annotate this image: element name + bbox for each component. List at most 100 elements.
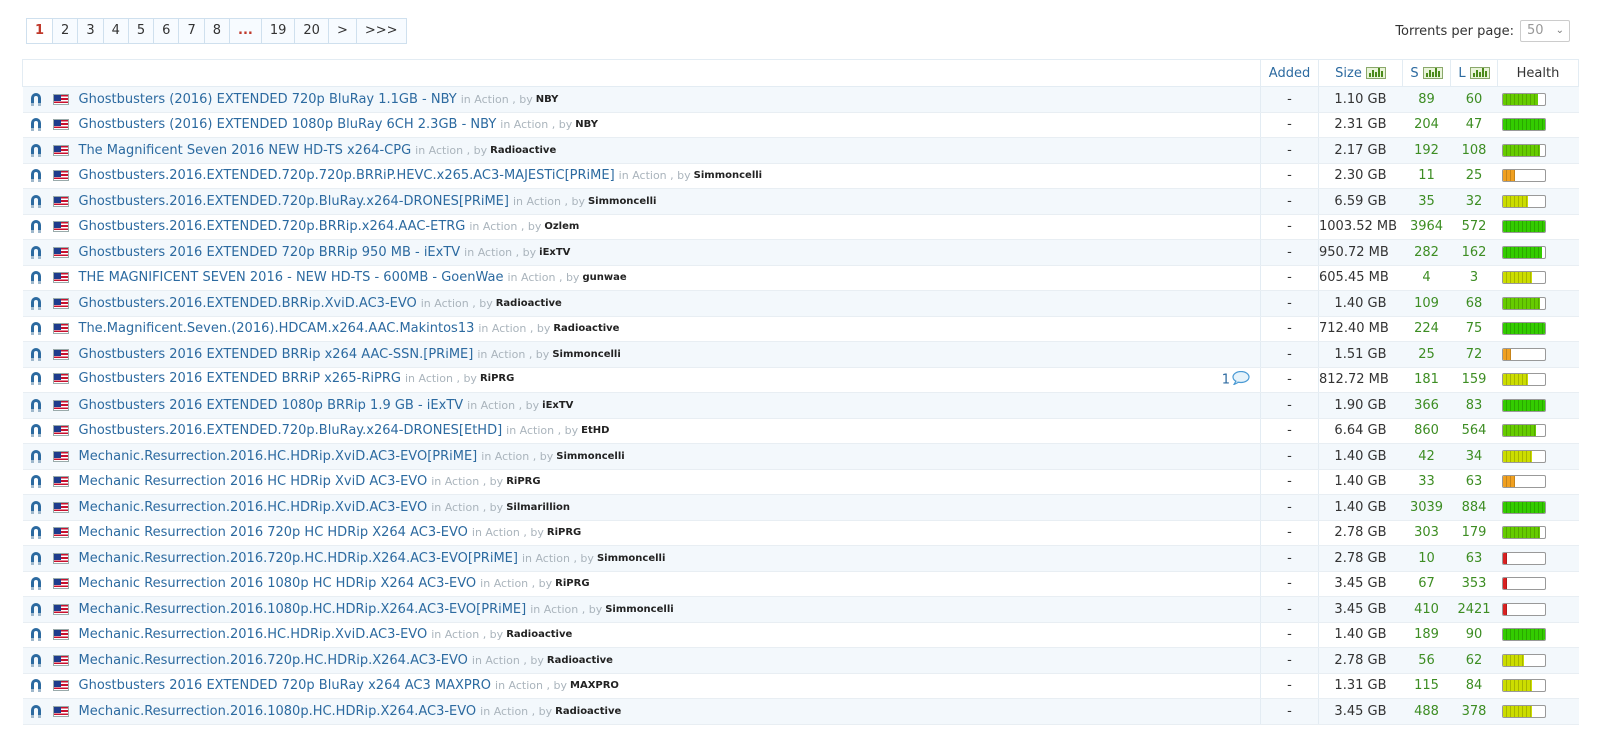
torrent-link[interactable]: Mechanic.Resurrection.2016.1080p.HC.HDRi… — [79, 602, 527, 617]
uploader-name[interactable]: NBY — [536, 94, 559, 105]
magnet-icon[interactable] — [29, 321, 43, 336]
magnet-icon[interactable] — [29, 678, 43, 693]
torrent-link[interactable]: Ghostbusters.2016.EXTENDED.BRRip.XviD.AC… — [79, 296, 417, 311]
uploader-name[interactable]: Simmoncelli — [556, 451, 624, 462]
by-label: , by — [670, 169, 691, 183]
torrent-link[interactable]: Ghostbusters 2016 EXTENDED 1080p BRRip 1… — [79, 398, 464, 413]
uploader-name[interactable]: RiPRG — [547, 527, 581, 538]
magnet-icon[interactable] — [29, 194, 43, 209]
page-link[interactable]: 7 — [179, 19, 205, 43]
page-link[interactable]: 4 — [103, 19, 129, 43]
magnet-icon[interactable] — [29, 347, 43, 362]
uploader-name[interactable]: EtHD — [581, 425, 609, 436]
page-link[interactable]: >>> — [356, 19, 406, 43]
torrent-link[interactable]: The Magnificent Seven 2016 NEW HD-TS x26… — [79, 143, 412, 158]
uploader-name[interactable]: Simmoncelli — [588, 196, 656, 207]
health-bar — [1501, 118, 1546, 132]
magnet-icon[interactable] — [29, 500, 43, 515]
uploader-name[interactable]: Radioactive — [555, 706, 621, 717]
magnet-icon[interactable] — [29, 653, 43, 668]
uploader-name[interactable]: Ozlem — [544, 221, 579, 232]
column-header-seeders[interactable]: S — [1402, 59, 1451, 87]
magnet-icon[interactable] — [29, 117, 43, 132]
torrent-link[interactable]: Ghostbusters 2016 EXTENDED BRRiP x265-Ri… — [79, 371, 401, 386]
torrent-link[interactable]: Mechanic.Resurrection.2016.HC.HDRip.XviD… — [79, 449, 478, 464]
torrent-link[interactable]: Ghostbusters 2016 EXTENDED 720p BRRip 95… — [79, 245, 461, 260]
torrent-link[interactable]: The.Magnificent.Seven.(2016).HDCAM.x264.… — [79, 321, 475, 336]
uploader-name[interactable]: Radioactive — [506, 629, 572, 640]
uploader-name[interactable]: RiPRG — [555, 578, 589, 589]
torrent-link[interactable]: Ghostbusters (2016) EXTENDED 720p BluRay… — [79, 92, 457, 107]
comment-count[interactable]: 1 — [1222, 370, 1250, 389]
torrent-link[interactable]: Mechanic.Resurrection.2016.720p.HC.HDRip… — [79, 551, 518, 566]
magnet-icon[interactable] — [29, 525, 43, 540]
uploader-name[interactable]: Radioactive — [496, 298, 562, 309]
uploader-name[interactable]: Radioactive — [553, 323, 619, 334]
uploader-name[interactable]: Radioactive — [547, 655, 613, 666]
magnet-icon[interactable] — [29, 398, 43, 413]
torrent-link[interactable]: Mechanic Resurrection 2016 1080p HC HDRi… — [79, 576, 477, 591]
page-link[interactable]: 20 — [295, 19, 329, 43]
torrent-link[interactable]: Mechanic.Resurrection.2016.HC.HDRip.XviD… — [79, 500, 428, 515]
uploader-name[interactable]: RiPRG — [506, 476, 540, 487]
torrent-link[interactable]: Ghostbusters.2016.EXTENDED.720p.720p.BRR… — [79, 168, 615, 183]
torrent-link[interactable]: Ghostbusters 2016 EXTENDED 720p BluRay x… — [79, 678, 492, 693]
torrent-link[interactable]: Ghostbusters (2016) EXTENDED 1080p BluRa… — [79, 117, 497, 132]
uploader-name[interactable]: Simmoncelli — [597, 553, 665, 564]
category-text: in Action , by — [472, 654, 544, 667]
magnet-icon[interactable] — [29, 245, 43, 260]
uploader-name[interactable]: MAXPRO — [570, 680, 619, 691]
uploader-name[interactable]: Simmoncelli — [694, 170, 762, 181]
per-page-select[interactable]: 50 ⌄ — [1520, 20, 1570, 42]
magnet-icon[interactable] — [29, 627, 43, 642]
page-link[interactable]: > — [328, 19, 357, 43]
uploader-name[interactable]: gunwae — [582, 272, 626, 283]
page-link[interactable]: 19 — [261, 19, 296, 43]
magnet-icon[interactable] — [29, 551, 43, 566]
torrent-link[interactable]: Mechanic Resurrection 2016 HC HDRip XviD… — [79, 474, 428, 489]
seeders-cell: 303 — [1402, 520, 1451, 546]
torrent-link[interactable]: Ghostbusters.2016.EXTENDED.720p.BluRay.x… — [79, 423, 503, 438]
magnet-icon[interactable] — [29, 168, 43, 183]
page-link[interactable]: 1 — [27, 19, 54, 43]
magnet-icon[interactable] — [29, 474, 43, 489]
column-header-leechers[interactable]: L — [1450, 59, 1498, 87]
magnet-icon[interactable] — [29, 449, 43, 464]
magnet-icon[interactable] — [29, 576, 43, 591]
seeders-cell: 56 — [1402, 647, 1451, 674]
uploader-name[interactable]: iExTV — [542, 400, 573, 411]
magnet-icon[interactable] — [29, 296, 43, 311]
column-header-size[interactable]: Size — [1318, 59, 1403, 87]
health-bar-fill — [1502, 527, 1541, 539]
page-link[interactable]: 2 — [53, 19, 79, 43]
page-link[interactable]: 6 — [154, 19, 180, 43]
column-header-added[interactable]: Added — [1260, 59, 1319, 87]
page-link[interactable]: 5 — [128, 19, 155, 43]
magnet-icon[interactable] — [29, 602, 43, 617]
torrent-link[interactable]: Mechanic.Resurrection.2016.1080p.HC.HDRi… — [79, 704, 477, 719]
uploader-name[interactable]: Silmarillion — [506, 502, 570, 513]
torrent-link[interactable]: Ghostbusters.2016.EXTENDED.720p.BRRip.x2… — [79, 219, 466, 234]
magnet-icon[interactable] — [29, 423, 43, 438]
magnet-icon[interactable] — [29, 371, 43, 386]
uploader-name[interactable]: Simmoncelli — [605, 604, 673, 615]
torrent-link[interactable]: Ghostbusters 2016 EXTENDED BRRip x264 AA… — [79, 347, 474, 362]
page-link[interactable]: 3 — [78, 19, 104, 43]
magnet-icon[interactable] — [29, 92, 43, 107]
magnet-icon[interactable] — [29, 143, 43, 158]
torrent-link[interactable]: Ghostbusters.2016.EXTENDED.720p.BluRay.x… — [79, 194, 509, 209]
magnet-icon[interactable] — [29, 270, 43, 285]
uploader-name[interactable]: Simmoncelli — [552, 349, 620, 360]
torrent-link[interactable]: Mechanic.Resurrection.2016.HC.HDRip.XviD… — [79, 627, 428, 642]
torrent-link[interactable]: Mechanic Resurrection 2016 720p HC HDRip… — [79, 525, 468, 540]
magnet-icon[interactable] — [29, 704, 43, 719]
uploader-name[interactable]: iExTV — [539, 247, 570, 258]
uploader-name[interactable]: RiPRG — [480, 373, 514, 384]
health-bar-fill — [1502, 144, 1541, 156]
torrent-link[interactable]: THE MAGNIFICENT SEVEN 2016 - NEW HD-TS -… — [79, 270, 504, 285]
uploader-name[interactable]: Radioactive — [490, 145, 556, 156]
magnet-icon[interactable] — [29, 219, 43, 234]
uploader-name[interactable]: NBY — [575, 119, 598, 130]
torrent-link[interactable]: Mechanic.Resurrection.2016.720p.HC.HDRip… — [79, 653, 468, 668]
page-link[interactable]: 8 — [204, 19, 231, 43]
